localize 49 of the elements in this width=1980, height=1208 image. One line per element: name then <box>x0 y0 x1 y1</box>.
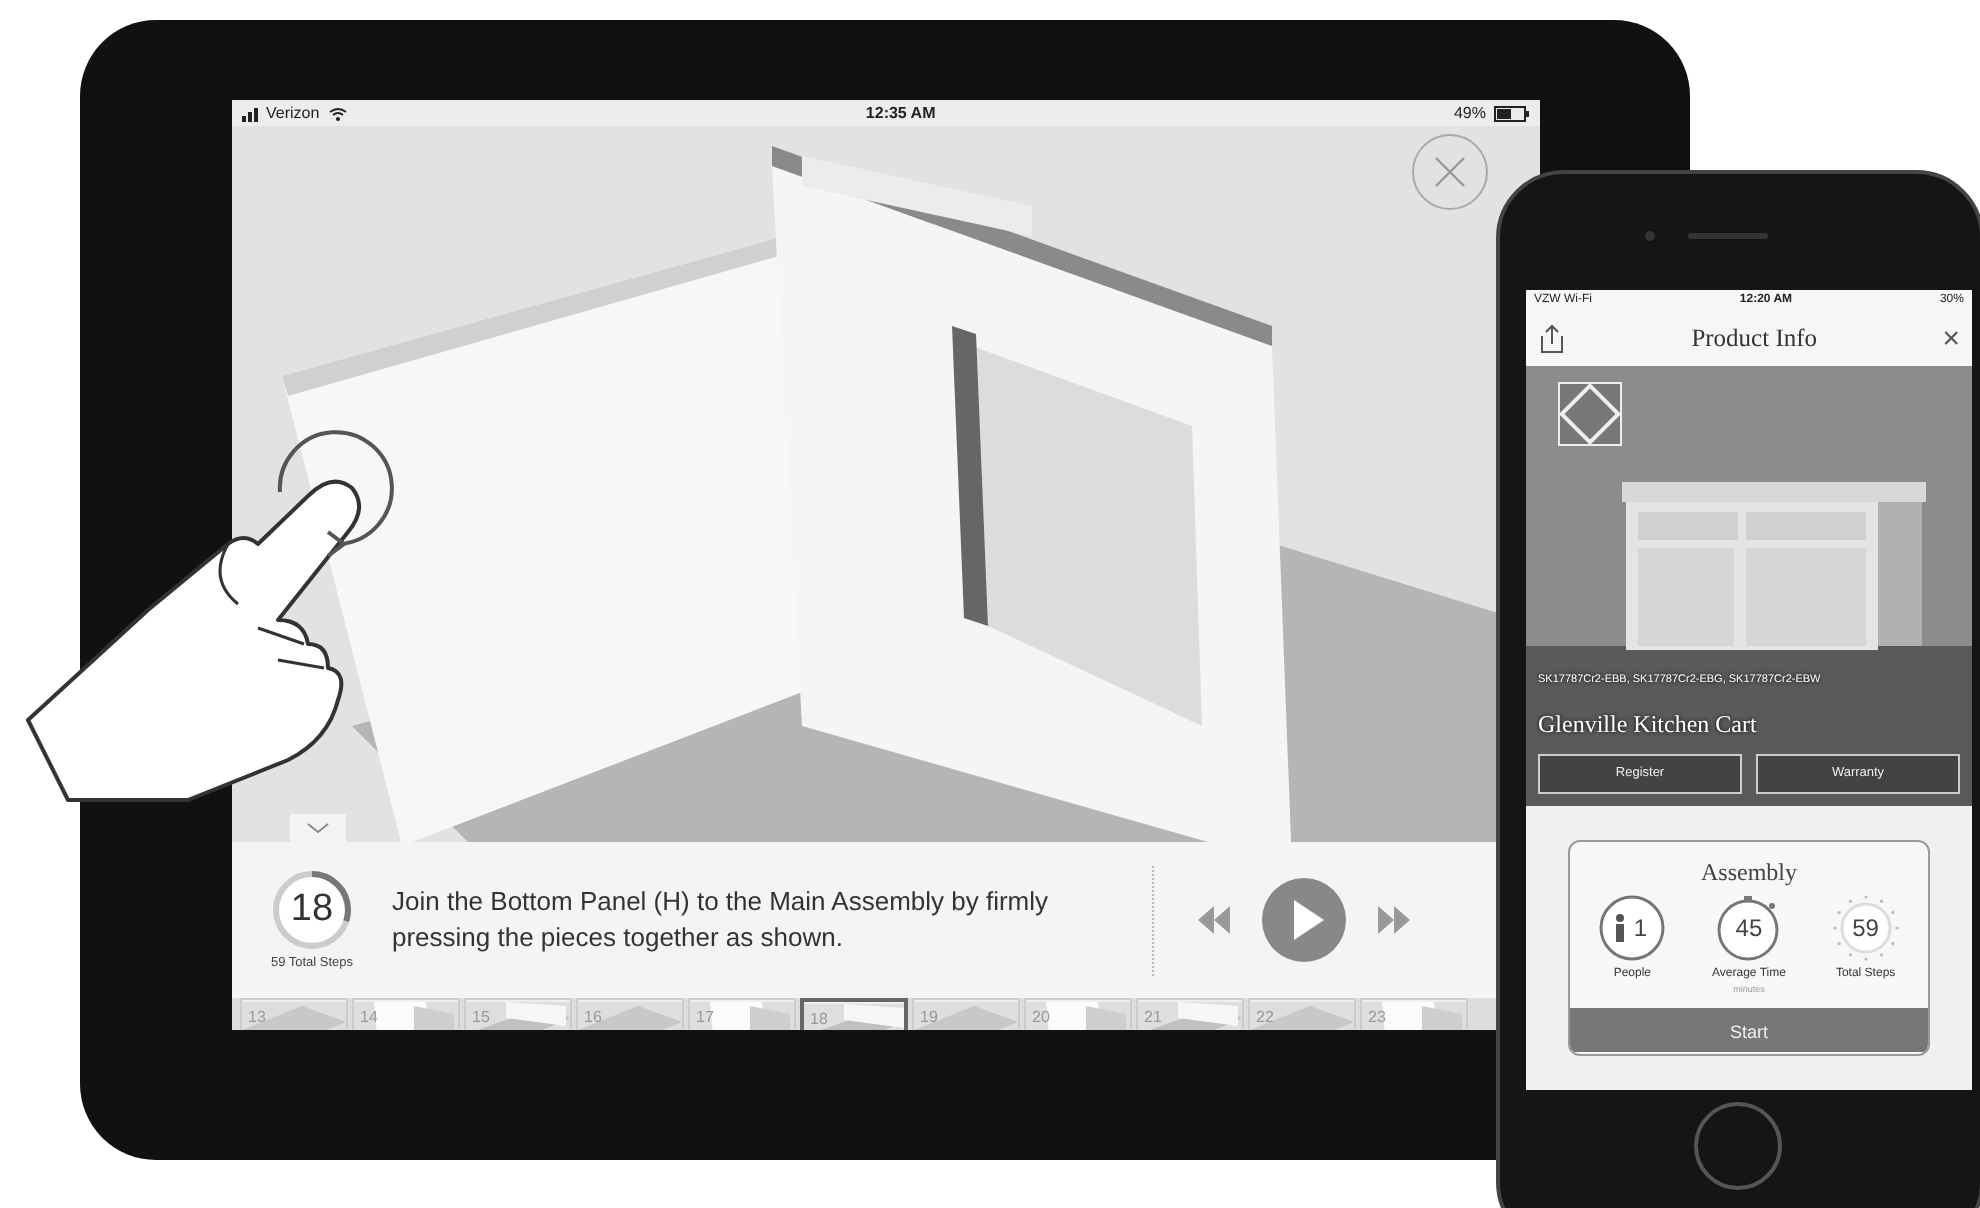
earpiece-icon <box>1644 230 1768 242</box>
step-number: 14 <box>360 1006 378 1030</box>
battery-icon <box>1494 105 1530 121</box>
home-button[interactable] <box>1694 1102 1782 1190</box>
rewind-icon <box>1198 905 1230 934</box>
step-number: 18 <box>290 885 334 934</box>
play-button[interactable] <box>1262 878 1346 962</box>
play-icon <box>1262 878 1346 962</box>
signal-icon <box>242 105 258 121</box>
step-thumbnail[interactable]: 22 <box>1248 998 1356 1030</box>
step-number: 22 <box>1256 1006 1274 1030</box>
step-thumbnail[interactable]: 15 <box>464 998 572 1030</box>
carrier-name: Verizon <box>266 101 320 125</box>
step-number: 20 <box>1032 1006 1050 1030</box>
wifi-icon <box>327 105 348 121</box>
step-thumbnail[interactable]: 14 <box>352 998 460 1030</box>
stat-value: 59 <box>1852 912 1879 946</box>
step-number: 21 <box>1144 1006 1162 1030</box>
stat-value: 1 <box>1633 912 1647 946</box>
product-name: Glenville Kitchen Cart <box>1538 708 1759 742</box>
start-button[interactable]: Start <box>1570 1007 1928 1052</box>
logo-icon <box>1558 382 1622 446</box>
step-number: 18 <box>810 1008 828 1030</box>
step-thumbnail[interactable]: 23 <box>1360 998 1468 1030</box>
people-stat-ring <box>1598 894 1667 962</box>
step-number: 16 <box>584 1006 602 1030</box>
step-thumbnail[interactable]: 16 <box>576 998 684 1030</box>
step-thumbnail[interactable]: 20 <box>1024 998 1132 1030</box>
step-thumbnail[interactable]: 13 <box>240 998 348 1030</box>
card-title: Assembly <box>1699 856 1799 890</box>
share-icon <box>1538 323 1566 354</box>
step-number: 23 <box>1368 1006 1386 1030</box>
step-thumbnail[interactable]: 17 <box>688 998 796 1030</box>
step-thumbnail[interactable]: 18 <box>800 998 908 1030</box>
stat-value: 45 <box>1735 912 1763 946</box>
battery-percent: 49% <box>1453 101 1486 125</box>
step-number: 13 <box>248 1006 266 1030</box>
steps-stat-ring <box>1831 894 1900 962</box>
status-time: 12:35 AM <box>865 101 936 125</box>
step-thumbnail[interactable]: 19 <box>912 998 1020 1030</box>
step-thumbnail[interactable]: 21 <box>1136 998 1244 1030</box>
close-button[interactable]: × <box>1942 324 1960 354</box>
stopwatch-icon <box>1714 894 1783 962</box>
screen-title: Product Info <box>1691 322 1818 357</box>
instruction-text: Join the Bottom Panel (H) to the Main Assembly by firmly pressing the pieces together as shown. <box>392 883 1051 956</box>
fast-forward-icon <box>1378 905 1410 934</box>
step-number: 15 <box>472 1006 490 1030</box>
step-number: 19 <box>920 1006 938 1030</box>
step-number: 17 <box>696 1006 714 1030</box>
